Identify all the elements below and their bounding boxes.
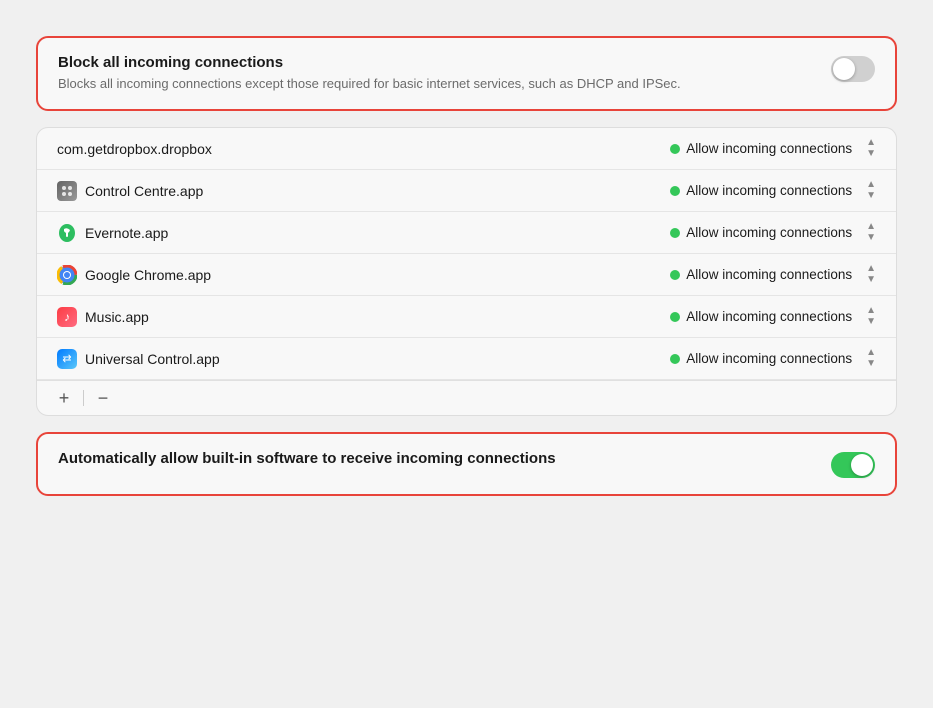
auto-allow-toggle[interactable] — [831, 452, 875, 478]
status-label-evernote: Allow incoming connections — [686, 225, 852, 240]
block-connections-card: Block all incoming connections Blocks al… — [36, 36, 897, 111]
app-name-control-centre: Control Centre.app — [57, 181, 670, 201]
control-centre-icon — [57, 181, 77, 201]
auto-toggle-knob — [851, 454, 873, 476]
status-dot-music — [670, 312, 680, 322]
app-status-control-centre: Allow incoming connections ▲ ▼ — [670, 180, 876, 201]
app-name-dropbox: com.getdropbox.dropbox — [57, 141, 670, 157]
status-label-control-centre: Allow incoming connections — [686, 183, 852, 198]
auto-allow-text: Automatically allow built-in software to… — [58, 450, 815, 471]
app-row-universal-control: ⇄ Universal Control.app Allow incoming c… — [37, 338, 896, 380]
status-dot-evernote — [670, 228, 680, 238]
status-dot-chrome — [670, 270, 680, 280]
stepper-evernote[interactable]: ▲ ▼ — [866, 222, 876, 243]
chrome-label: Google Chrome.app — [85, 267, 211, 283]
footer-divider — [83, 390, 84, 406]
app-row-evernote: Evernote.app Allow incoming connections … — [37, 212, 896, 254]
chrome-icon — [57, 265, 77, 285]
app-row-dropbox: com.getdropbox.dropbox Allow incoming co… — [37, 128, 896, 170]
app-name-universal-control: ⇄ Universal Control.app — [57, 349, 670, 369]
app-row-music: ♪ Music.app Allow incoming connections ▲… — [37, 296, 896, 338]
control-centre-label: Control Centre.app — [85, 183, 203, 199]
app-status-dropbox: Allow incoming connections ▲ ▼ — [670, 138, 876, 159]
block-connections-subtitle: Blocks all incoming connections except t… — [58, 75, 815, 93]
status-label-dropbox: Allow incoming connections — [686, 141, 852, 156]
status-label-music: Allow incoming connections — [686, 309, 852, 324]
block-connections-text: Block all incoming connections Blocks al… — [58, 54, 815, 93]
app-status-universal-control: Allow incoming connections ▲ ▼ — [670, 348, 876, 369]
status-dot-universal-control — [670, 354, 680, 364]
add-app-button[interactable]: + — [51, 387, 77, 409]
app-name-chrome: Google Chrome.app — [57, 265, 670, 285]
stepper-dropbox[interactable]: ▲ ▼ — [866, 138, 876, 159]
app-status-music: Allow incoming connections ▲ ▼ — [670, 306, 876, 327]
auto-allow-title: Automatically allow built-in software to… — [58, 450, 815, 467]
auto-allow-card: Automatically allow built-in software to… — [36, 432, 897, 496]
apps-footer: + − — [37, 380, 896, 415]
toggle-knob — [833, 58, 855, 80]
evernote-icon — [57, 223, 77, 243]
apps-list-card: com.getdropbox.dropbox Allow incoming co… — [36, 127, 897, 416]
evernote-label: Evernote.app — [85, 225, 168, 241]
firewall-settings-container: Block all incoming connections Blocks al… — [20, 20, 913, 512]
status-dot-control-centre — [670, 186, 680, 196]
stepper-music[interactable]: ▲ ▼ — [866, 306, 876, 327]
app-row-control-centre: Control Centre.app Allow incoming connec… — [37, 170, 896, 212]
music-icon: ♪ — [57, 307, 77, 327]
stepper-chrome[interactable]: ▲ ▼ — [866, 264, 876, 285]
stepper-control-centre[interactable]: ▲ ▼ — [866, 180, 876, 201]
music-label: Music.app — [85, 309, 149, 325]
remove-app-button[interactable]: − — [90, 387, 116, 409]
universal-control-label: Universal Control.app — [85, 351, 220, 367]
block-connections-title: Block all incoming connections — [58, 54, 815, 71]
universal-control-icon: ⇄ — [57, 349, 77, 369]
app-name-music: ♪ Music.app — [57, 307, 670, 327]
stepper-universal-control[interactable]: ▲ ▼ — [866, 348, 876, 369]
app-status-evernote: Allow incoming connections ▲ ▼ — [670, 222, 876, 243]
status-dot-dropbox — [670, 144, 680, 154]
app-name-evernote: Evernote.app — [57, 223, 670, 243]
block-connections-toggle[interactable] — [831, 56, 875, 82]
dropbox-label: com.getdropbox.dropbox — [57, 141, 212, 157]
app-row-chrome: Google Chrome.app Allow incoming connect… — [37, 254, 896, 296]
app-status-chrome: Allow incoming connections ▲ ▼ — [670, 264, 876, 285]
status-label-chrome: Allow incoming connections — [686, 267, 852, 282]
status-label-universal-control: Allow incoming connections — [686, 351, 852, 366]
